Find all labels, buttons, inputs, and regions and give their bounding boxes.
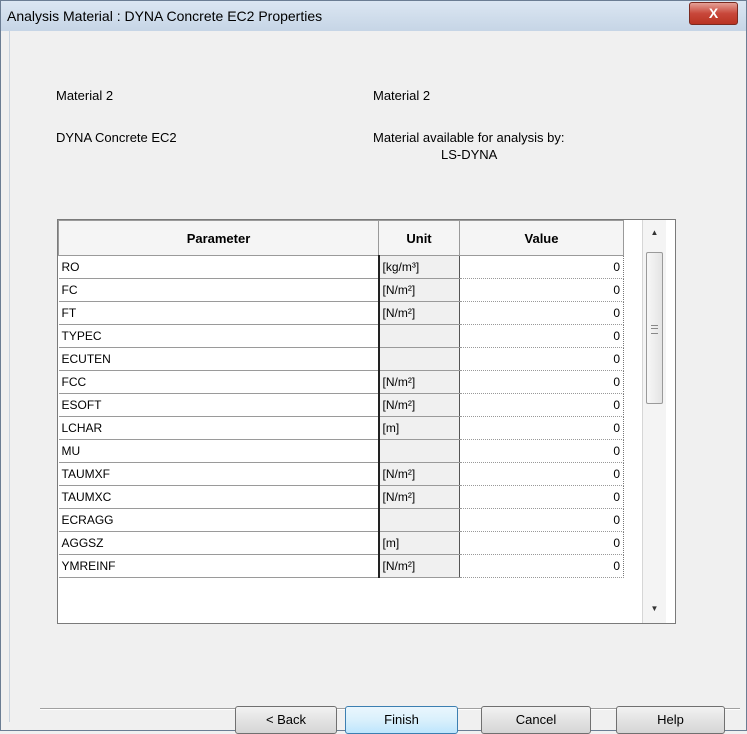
table-row[interactable]: TAUMXC [N/m²] 0 xyxy=(58,485,624,509)
param-cell: AGGSZ xyxy=(58,531,380,555)
scroll-up-arrow-icon[interactable]: ▲ xyxy=(643,228,666,245)
column-header-parameter[interactable]: Parameter xyxy=(58,220,379,256)
table-row[interactable]: TYPEC 0 xyxy=(58,324,624,348)
close-button[interactable]: X xyxy=(689,2,738,25)
param-cell: ECUTEN xyxy=(58,347,380,371)
param-cell: TAUMXF xyxy=(58,462,380,486)
vertical-scrollbar[interactable]: ▲ ▼ xyxy=(642,220,666,623)
table-row[interactable]: TAUMXF [N/m²] 0 xyxy=(58,462,624,486)
unit-cell: [N/m²] xyxy=(378,278,460,302)
material-number-label: Material 2 xyxy=(56,88,114,103)
unit-cell: [kg/m³] xyxy=(378,255,460,279)
param-cell: FC xyxy=(58,278,380,302)
back-button[interactable]: < Back xyxy=(235,706,337,734)
material-name-label: Material 2 xyxy=(373,88,431,103)
parameter-grid[interactable]: Parameter Unit Value RO [kg/m³] 0 FC [N/m²] 0… xyxy=(57,219,676,624)
analysis-availability-label: Material available for analysis by: xyxy=(373,130,565,145)
cancel-button[interactable]: Cancel xyxy=(481,706,591,734)
close-icon: X xyxy=(708,5,719,21)
value-cell[interactable]: 0 xyxy=(459,439,624,463)
unit-cell: [m] xyxy=(378,531,460,555)
param-cell: TAUMXC xyxy=(58,485,380,509)
unit-cell xyxy=(378,439,460,463)
value-cell[interactable]: 0 xyxy=(459,347,624,371)
table-row[interactable]: ESOFT [N/m²] 0 xyxy=(58,393,624,417)
value-cell[interactable]: 0 xyxy=(459,554,624,578)
properties-dialog: Analysis Material : DYNA Concrete EC2 Pr… xyxy=(0,0,747,734)
scrollbar-thumb[interactable] xyxy=(646,252,663,404)
value-cell[interactable]: 0 xyxy=(459,531,624,555)
table-row[interactable]: MU 0 xyxy=(58,439,624,463)
value-cell[interactable]: 0 xyxy=(459,508,624,532)
unit-cell: [N/m²] xyxy=(378,554,460,578)
param-cell: ESOFT xyxy=(58,393,380,417)
table-row[interactable]: FCC [N/m²] 0 xyxy=(58,370,624,394)
table-row[interactable]: ECUTEN 0 xyxy=(58,347,624,371)
value-cell[interactable]: 0 xyxy=(459,485,624,509)
unit-cell: [N/m²] xyxy=(378,462,460,486)
param-cell: YMREINF xyxy=(58,554,380,578)
value-cell[interactable]: 0 xyxy=(459,278,624,302)
param-cell: TYPEC xyxy=(58,324,380,348)
material-type-label: DYNA Concrete EC2 xyxy=(56,130,177,145)
table-row[interactable]: AGGSZ [m] 0 xyxy=(58,531,624,555)
param-cell: RO xyxy=(58,255,380,279)
table-row[interactable]: FT [N/m²] 0 xyxy=(58,301,624,325)
param-cell: FT xyxy=(58,301,380,325)
param-cell: LCHAR xyxy=(58,416,380,440)
unit-cell xyxy=(378,347,460,371)
unit-cell: [N/m²] xyxy=(378,370,460,394)
finish-button[interactable]: Finish xyxy=(345,706,458,734)
param-cell: ECRAGG xyxy=(58,508,380,532)
grip-icon xyxy=(651,325,658,334)
table-row[interactable]: FC [N/m²] 0 xyxy=(58,278,624,302)
dialog-body: Material 2 Material 2 DYNA Concrete EC2 … xyxy=(9,31,740,734)
unit-cell: [N/m²] xyxy=(378,393,460,417)
value-cell[interactable]: 0 xyxy=(459,462,624,486)
title-bar[interactable]: Analysis Material : DYNA Concrete EC2 Pr… xyxy=(1,1,746,31)
grid-header-row: Parameter Unit Value xyxy=(58,220,624,256)
value-cell[interactable]: 0 xyxy=(459,416,624,440)
value-cell[interactable]: 0 xyxy=(459,324,624,348)
table-row[interactable]: RO [kg/m³] 0 xyxy=(58,255,624,279)
column-header-unit[interactable]: Unit xyxy=(378,220,460,256)
unit-cell: [N/m²] xyxy=(378,485,460,509)
unit-cell: [N/m²] xyxy=(378,301,460,325)
unit-cell: [m] xyxy=(378,416,460,440)
table-row[interactable]: LCHAR [m] 0 xyxy=(58,416,624,440)
table-row[interactable]: ECRAGG 0 xyxy=(58,508,624,532)
value-cell[interactable]: 0 xyxy=(459,255,624,279)
param-cell: MU xyxy=(58,439,380,463)
parameter-table: Parameter Unit Value RO [kg/m³] 0 FC [N/m²] 0… xyxy=(58,220,624,578)
unit-cell xyxy=(378,324,460,348)
analysis-program-label: LS-DYNA xyxy=(441,147,498,162)
scroll-down-arrow-icon[interactable]: ▼ xyxy=(643,604,666,621)
table-row[interactable]: YMREINF [N/m²] 0 xyxy=(58,554,624,578)
value-cell[interactable]: 0 xyxy=(459,393,624,417)
param-cell: FCC xyxy=(58,370,380,394)
unit-cell xyxy=(378,508,460,532)
value-cell[interactable]: 0 xyxy=(459,370,624,394)
value-cell[interactable]: 0 xyxy=(459,301,624,325)
help-button[interactable]: Help xyxy=(616,706,725,734)
window-title: Analysis Material : DYNA Concrete EC2 Pr… xyxy=(7,8,323,24)
column-header-value[interactable]: Value xyxy=(459,220,624,256)
